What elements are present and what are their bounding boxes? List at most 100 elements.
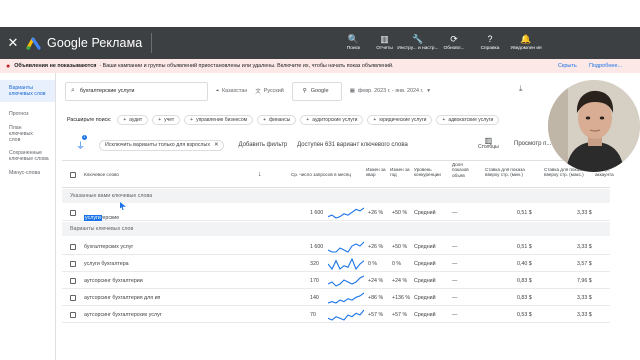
competition-cell: Средний <box>414 295 436 301</box>
plus-icon: + <box>442 117 446 123</box>
header-change-year[interactable]: Измен за год <box>390 167 410 178</box>
keyword-cell: услуги бухгалтера <box>84 261 129 267</box>
header-keyword[interactable]: Ключевое слово <box>84 172 119 177</box>
refine-chip[interactable]: + аудиторские услуги <box>300 115 364 125</box>
presenter-image <box>548 80 640 172</box>
impression-share-cell: — <box>452 278 458 284</box>
bid-low-cell: 0,53 $ <box>517 312 532 318</box>
impression-share-cell: — <box>452 295 458 301</box>
toolbar-search-button[interactable]: 🔍 Поиск <box>338 27 369 59</box>
bid-low-cell: 0,83 $ <box>517 295 532 301</box>
date-value: февр. 2023 г. - янв. 2024 г. <box>357 88 424 94</box>
row-checkbox[interactable] <box>70 278 76 284</box>
table-row[interactable]: бухгалтерских услуг 1 600 +26 % +50 % Средни… <box>62 239 610 255</box>
adult-filter-chip[interactable]: Исключить варианты только для взрослых ✕ <box>99 139 225 151</box>
refine-chip-label: финансы <box>268 117 291 123</box>
close-icon[interactable]: ✕ <box>214 142 218 148</box>
top-bar: ✕ Google Реклама 🔍 Поиск ▥ Отчеты 🔧 Инстру...… <box>0 27 640 59</box>
section-ideas: Варианты ключевых слов <box>62 222 610 236</box>
columns-button[interactable]: ▥ Столбцы <box>478 137 499 151</box>
forecast-button[interactable]: Просмотр п... <box>514 141 551 147</box>
row-checkbox[interactable] <box>70 261 76 267</box>
toolbar-label: Уведомлен ия <box>510 45 542 51</box>
language-selector[interactable]: 文 Русский <box>255 87 283 95</box>
refine-chip[interactable]: + финансы <box>257 115 297 125</box>
refine-chip[interactable]: + управление бизнесом <box>184 115 254 125</box>
refine-chip[interactable]: + юридические услуги <box>367 115 433 125</box>
table-row[interactable]: аутсорсинг бухгалтерских услуг 70 +57 % +57… <box>62 307 610 323</box>
searches-cell: 1 600 <box>310 210 324 216</box>
keyword-input[interactable]: ⌕ бухгалтерские услуги <box>65 81 208 101</box>
header-impression-share[interactable]: Доля показов объяв <box>452 162 476 178</box>
trend-sparkline <box>328 309 364 321</box>
impression-share-cell: — <box>452 244 458 250</box>
refresh-icon: ⟳ <box>450 33 458 44</box>
row-checkbox[interactable] <box>70 312 76 318</box>
refine-label: Расширьте поиск: <box>67 117 112 123</box>
toolbar-label: Поиск <box>346 45 361 51</box>
row-checkbox[interactable] <box>70 295 76 301</box>
sidebar-item-negatives[interactable]: Минус-слова <box>0 170 55 176</box>
searches-cell: 320 <box>310 261 319 267</box>
header-competition[interactable]: Уровень конкуренции <box>414 167 454 178</box>
toolbar-reports-button[interactable]: ▥ Отчеты <box>369 27 400 59</box>
bid-high-cell: 3,33 $ <box>577 295 592 301</box>
close-icon[interactable]: ✕ <box>2 35 24 51</box>
header-searches[interactable]: Ср. число запросов в месяц <box>291 172 351 177</box>
refine-chip[interactable]: + аудит <box>117 115 149 125</box>
more-link[interactable]: Подробнее... <box>589 63 622 69</box>
refine-chip-label: управление бизнесом <box>196 117 248 123</box>
sidebar-item-saved[interactable]: Сохраненные ключевые слова <box>0 150 52 162</box>
row-checkbox[interactable] <box>70 210 76 216</box>
add-filter-button[interactable]: Добавить фильтр <box>238 142 287 148</box>
change-year-cell: +57 % <box>392 312 408 318</box>
search-icon: ⌕ <box>71 87 75 94</box>
banner-text: · Ваши кампании и группы объявлений прио… <box>99 63 394 69</box>
toolbar-tools-button[interactable]: 🔧 Инстру... и настр... <box>397 27 438 59</box>
plus-icon: + <box>123 117 127 123</box>
select-all-checkbox[interactable] <box>70 172 76 178</box>
refine-chip[interactable]: + адвокатские услуги <box>436 115 500 125</box>
change-year-cell: +136 % <box>392 295 411 301</box>
header-bid-low[interactable]: Ставка для показа вверху стр. (мин.) <box>485 167 537 178</box>
table-header: Ключевое слово ↓ Ср. число запросов в ме… <box>62 160 614 188</box>
change-quarter-cell: 0 % <box>368 261 378 267</box>
download-icon[interactable]: ⤓ <box>519 84 523 94</box>
toolbar-help-button[interactable]: ? Справка <box>472 27 508 59</box>
network-selector[interactable]: ⚲ Google <box>291 81 342 101</box>
warning-icon: ● <box>6 62 11 70</box>
sidebar-item-ideas[interactable]: Варианты ключевых слов <box>0 80 55 103</box>
hide-link[interactable]: Скрыть <box>558 63 577 69</box>
keyword-value: бухгалтерские услуги <box>79 88 135 94</box>
refine-chip[interactable]: + учет <box>152 115 181 125</box>
toolbar-bell-button[interactable]: 🔔 Уведомлен ия <box>508 27 544 59</box>
sidebar-item-forecast[interactable]: Прогноз <box>0 111 55 117</box>
calendar-icon: ▦ <box>349 88 355 94</box>
header-change-quarter[interactable]: Измен за квар <box>366 167 386 178</box>
sidebar-item-plan[interactable]: План ключевых слов <box>0 125 45 144</box>
table-row[interactable]: бухгалтерские услуги1 600+26 %+50 %Средн… <box>62 205 610 221</box>
section-provided: Указанные вами ключевые слова <box>62 189 610 203</box>
table-row[interactable]: аутсорсинг бухгалтерии 170 +24 % +24 % Средн… <box>62 273 610 289</box>
bid-low-cell: 0,51 $ <box>517 210 532 216</box>
location-value: Казахстан <box>222 88 248 94</box>
filter-icon[interactable]: ⏚ 1 <box>76 134 87 152</box>
network-icon: ⚲ <box>302 88 307 94</box>
table-row[interactable]: услуги бухгалтера 320 0 % 0 % Средний — 0,40 $… <box>62 256 610 272</box>
table-row[interactable]: аутсорсинг бухгалтерия для ип 140 +86 % +13… <box>62 290 610 306</box>
bid-low-cell: 0,51 $ <box>517 244 532 250</box>
plus-icon: + <box>373 117 377 123</box>
translate-icon: 文 <box>255 89 261 95</box>
search-row: ⌕ бухгалтерские услуги ⌖ Казахстан 文 Русск… <box>65 80 430 102</box>
bid-low-cell: 0,83 $ <box>517 278 532 284</box>
change-year-cell: +24 % <box>392 278 408 284</box>
row-checkbox[interactable] <box>70 244 76 250</box>
change-year-cell: 0 % <box>392 261 402 267</box>
location-selector[interactable]: ⌖ Казахстан <box>216 88 247 95</box>
available-count: Доступен 631 вариант ключевого слова <box>297 142 408 148</box>
toolbar-label: Справка <box>480 45 500 51</box>
toolbar-refresh-button[interactable]: ⟳ Обновл... <box>436 27 472 59</box>
keyword-cell: бухгалтерских услуг <box>84 244 134 250</box>
date-selector[interactable]: ▦ февр. 2023 г. - янв. 2024 г. ▾ <box>350 88 430 94</box>
impression-share-cell: — <box>452 210 458 216</box>
